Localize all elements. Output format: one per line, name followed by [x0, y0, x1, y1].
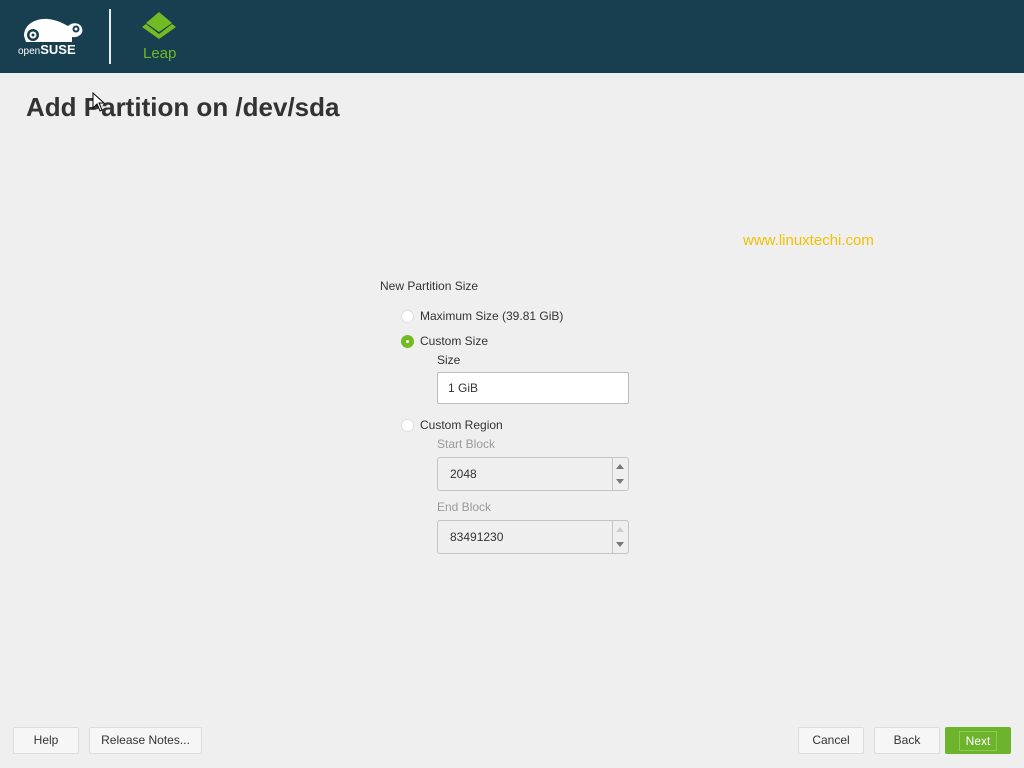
- help-button[interactable]: Help: [13, 727, 79, 754]
- opensuse-wordmark: openSUSE: [18, 42, 76, 57]
- watermark-text: www.linuxtechi.com: [743, 232, 874, 249]
- mouse-cursor-icon: [92, 92, 106, 112]
- start-block-spinbox[interactable]: 2048: [437, 457, 629, 491]
- start-block-value[interactable]: 2048: [450, 467, 477, 481]
- page-title: Add Partition on /dev/sda: [26, 92, 340, 122]
- custom-region-label[interactable]: Custom Region: [420, 418, 503, 432]
- next-button[interactable]: Next: [945, 727, 1011, 754]
- end-block-spinbox[interactable]: 83491230: [437, 520, 629, 554]
- custom-size-radio[interactable]: [401, 335, 414, 348]
- size-input[interactable]: 1 GiB: [437, 372, 629, 404]
- back-button[interactable]: Back: [874, 727, 940, 754]
- product-name: Leap: [143, 45, 177, 62]
- increment-arrow-icon[interactable]: [616, 527, 624, 532]
- increment-arrow-icon[interactable]: [616, 464, 624, 469]
- maximum-size-label[interactable]: Maximum Size (39.81 GiB): [420, 309, 563, 323]
- custom-region-radio[interactable]: [401, 419, 414, 432]
- decrement-arrow-icon[interactable]: [616, 542, 624, 547]
- next-button-label[interactable]: Next: [958, 731, 998, 751]
- end-block-label: End Block: [437, 500, 492, 514]
- decrement-arrow-icon[interactable]: [616, 479, 624, 484]
- header-divider: [109, 9, 111, 64]
- header-bar: openSUSE Leap: [0, 0, 1024, 73]
- partition-size-group-label: New Partition Size: [380, 279, 479, 293]
- end-block-stepper[interactable]: [612, 521, 628, 553]
- release-notes-button[interactable]: Release Notes...: [89, 727, 202, 754]
- cancel-button[interactable]: Cancel: [798, 727, 864, 754]
- start-block-label: Start Block: [437, 437, 496, 451]
- end-block-value[interactable]: 83491230: [450, 530, 503, 544]
- custom-size-label[interactable]: Custom Size: [420, 334, 488, 348]
- start-block-stepper[interactable]: [612, 458, 628, 490]
- maximum-size-radio[interactable]: [401, 310, 414, 323]
- size-label: Size: [437, 353, 461, 367]
- leap-layers-icon: [142, 12, 176, 39]
